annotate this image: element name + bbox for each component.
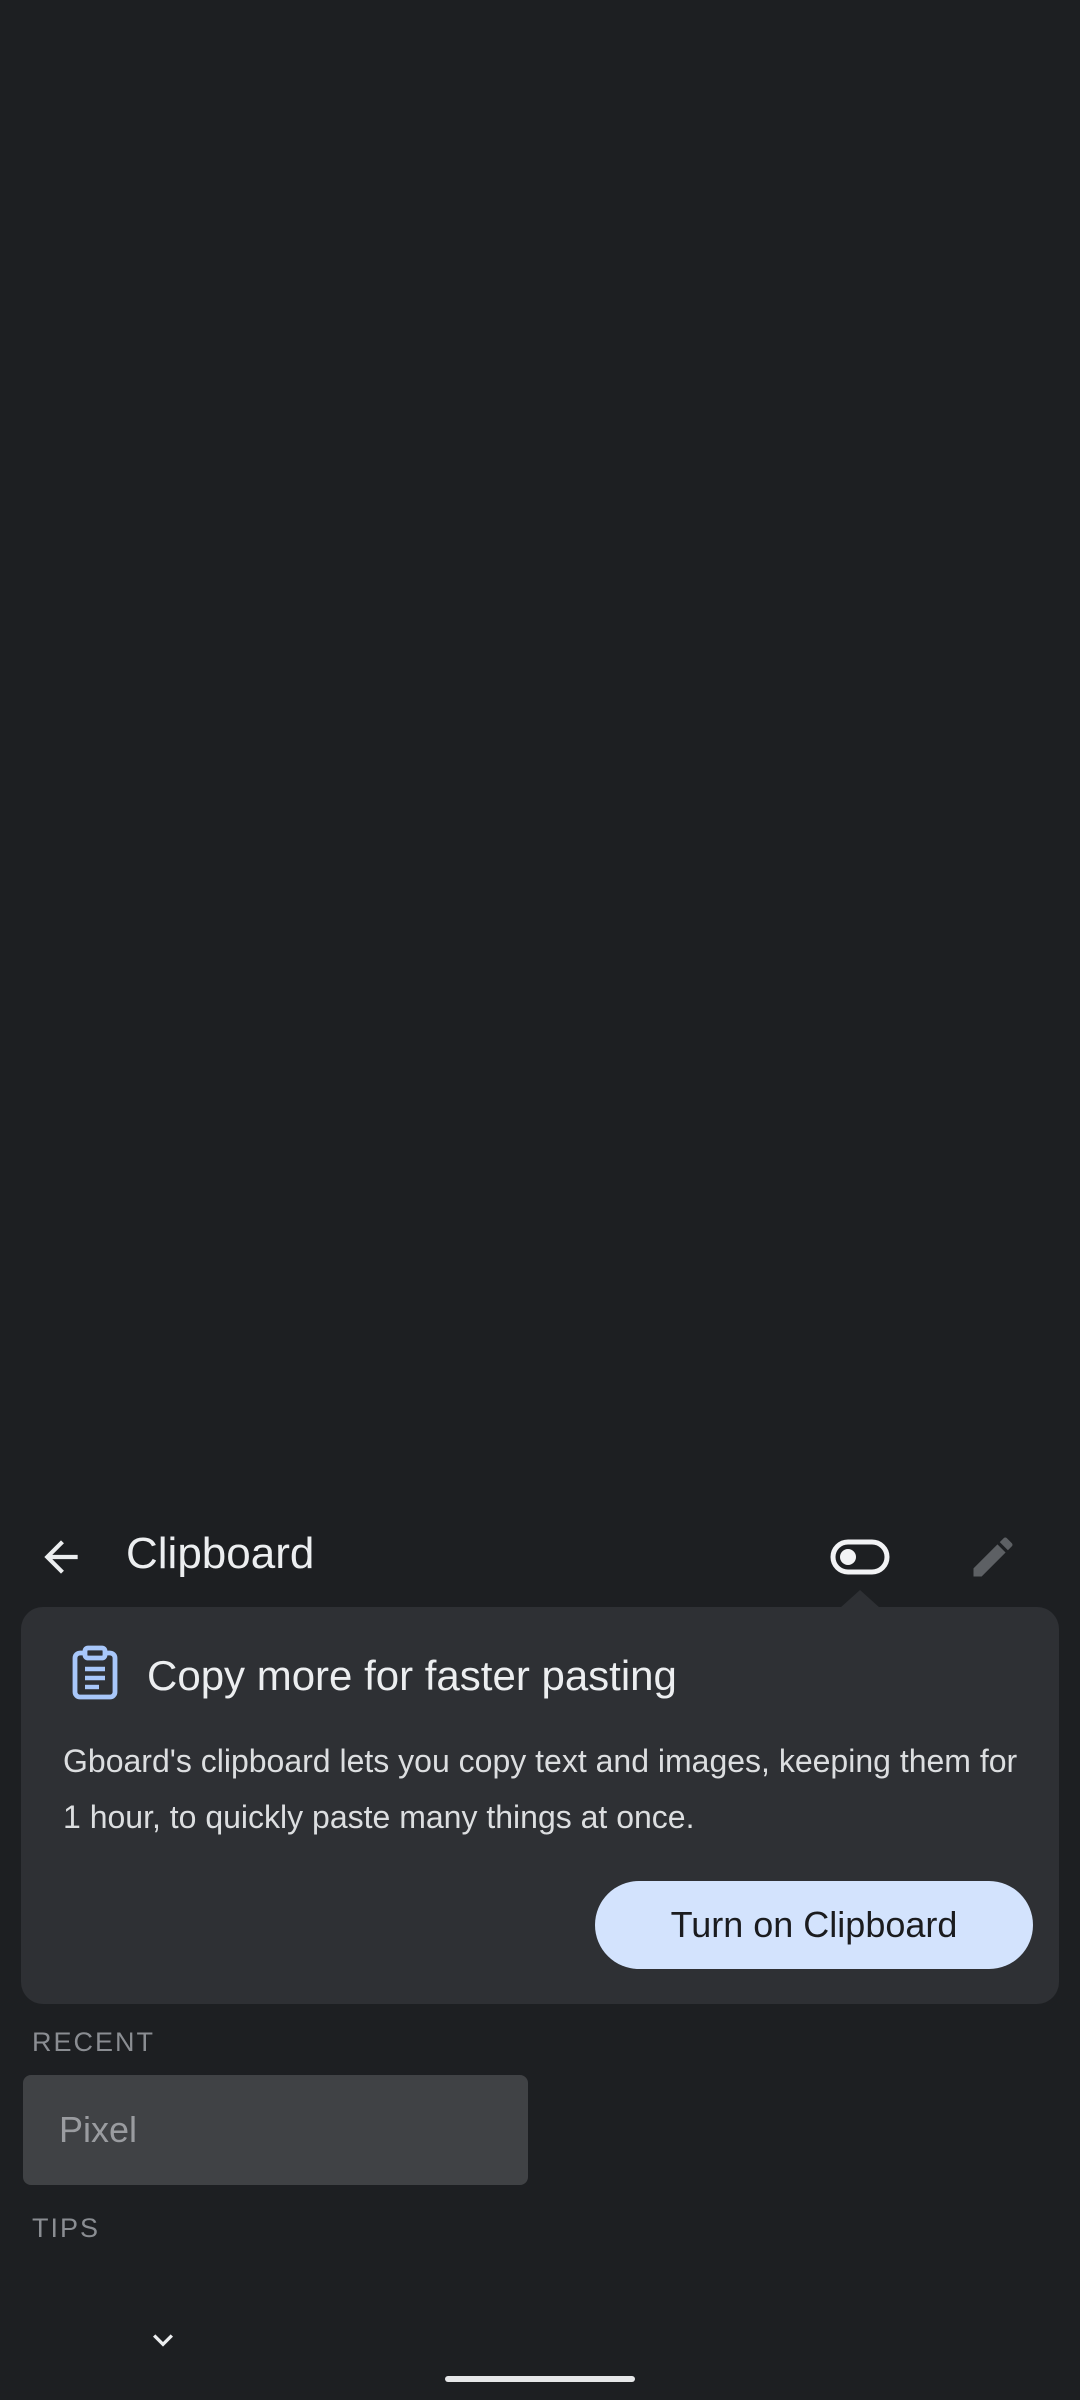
toggle-off-icon — [830, 1539, 890, 1575]
edit-button[interactable] — [958, 1522, 1028, 1592]
turn-on-clipboard-button[interactable]: Turn on Clipboard — [595, 1881, 1033, 1969]
clipboard-item[interactable]: Pixel — [23, 2075, 528, 2185]
promo-description: Gboard's clipboard lets you copy text an… — [63, 1743, 1018, 1835]
page-title: Clipboard — [126, 1529, 315, 1578]
clipboard-promo-card: Copy more for faster pasting Gboard's cl… — [21, 1607, 1059, 2004]
back-button[interactable] — [26, 1522, 96, 1592]
clipboard-header: Clipboard — [0, 1500, 1080, 1608]
tooltip-caret — [840, 1590, 880, 1608]
app-content-area — [0, 0, 1080, 1500]
chevron-down-icon — [153, 2334, 173, 2347]
clipboard-icon — [65, 1643, 125, 1703]
pencil-icon — [973, 1537, 1013, 1577]
collapse-keyboard-button[interactable] — [128, 2310, 198, 2370]
gboard-clipboard-panel: Clipboard Copy more for faster pasting G… — [0, 1500, 1080, 2400]
clipboard-toggle[interactable] — [820, 1522, 900, 1592]
tips-section-label: TIPS — [32, 2213, 101, 2243]
recent-section-label: RECENT — [32, 2027, 156, 2057]
promo-title: Copy more for faster pasting — [147, 1652, 677, 1699]
clipboard-item-text: Pixel — [59, 2109, 138, 2150]
gesture-nav-handle[interactable] — [445, 2376, 635, 2382]
arrow-back-icon — [44, 1540, 78, 1574]
